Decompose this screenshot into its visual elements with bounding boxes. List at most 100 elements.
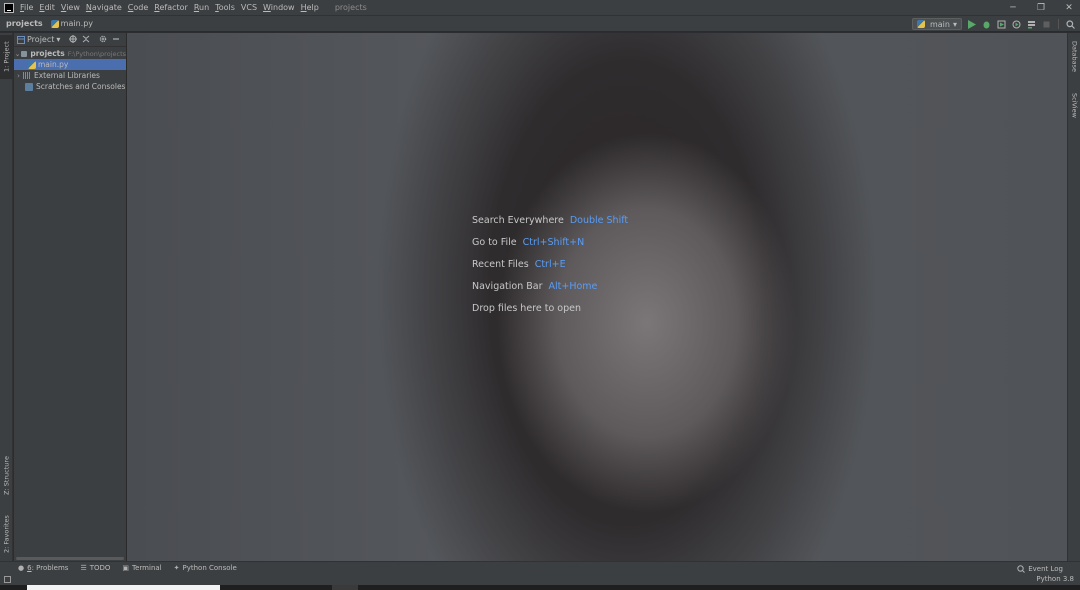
bottom-tool-bar: ● 6: Problems ☰ TODO ▣ Terminal ✦ Python… [0,561,1080,574]
tool-terminal[interactable]: ▣ Terminal [122,564,161,572]
python-interpreter[interactable]: Python 3.8 [1036,574,1074,585]
event-log-icon [1017,564,1026,573]
tab-favorites[interactable]: 2: Favorites [0,511,13,557]
menu-edit[interactable]: Edit [39,0,55,16]
hint-go-to-file: Go to File Ctrl+Shift+N [472,231,732,253]
chevron-down-icon: ▾ [56,35,61,44]
toolbar-right: main ▾ [911,17,1076,31]
locate-icon[interactable] [69,34,78,45]
hint-label: Recent Files [472,258,529,270]
window-controls: ─ ❐ ✕ [1008,0,1074,16]
editor-area[interactable]: Search Everywhere Double Shift Go to Fil… [127,33,1067,561]
menu-window[interactable]: Window [263,0,295,16]
hint-label: Search Everywhere [472,214,564,226]
tree-item-label: main.py [38,60,69,69]
tree-item-projects[interactable]: ⌄ projects F:\Python\projects [14,48,126,59]
taskbar-search-box[interactable] [27,585,220,590]
pycharm-logo-icon [4,2,14,13]
menu-bar: File Edit View Navigate Code Refactor Ru… [0,0,1080,16]
breadcrumb-project[interactable]: projects [6,19,43,28]
debug-icon[interactable] [981,19,992,30]
hint-navigation-bar: Navigation Bar Alt+Home [472,275,732,297]
tool-python-console[interactable]: ✦ Python Console [174,564,237,572]
breadcrumb-file-label: main.py [60,19,94,28]
python-console-icon: ✦ [173,564,180,572]
project-view-selector[interactable]: Project ▾ [17,35,60,44]
left-tool-stripe: 1: Project Z: Structure 2: Favorites [0,33,13,561]
tree-item-path: F:\Python\projects [67,49,126,58]
project-tree: ⌄ projects F:\Python\projects main.py › … [14,47,126,92]
python-file-icon [50,19,59,28]
tree-item-label: Scratches and Consoles [36,82,126,91]
tab-structure-label: Z: Structure [2,456,11,496]
tool-python-console-label: Python Console [182,564,237,572]
tab-sciview[interactable]: SciView [1068,85,1080,125]
run-config-label: main [929,19,950,29]
hint-label: Go to File [472,236,517,248]
build-icon[interactable] [1026,19,1037,30]
tab-database-label: Database [1070,41,1079,73]
menu-refactor[interactable]: Refactor [154,0,188,16]
tab-project[interactable]: 1: Project [0,35,13,79]
menu-run[interactable]: Run [194,0,209,16]
project-panel-header: Project ▾ [14,33,126,47]
menu-vcs[interactable]: VCS [241,0,257,16]
project-view-icon [17,35,25,44]
stop-icon[interactable] [1041,19,1052,30]
search-icon[interactable] [1065,19,1076,30]
library-icon [23,72,31,79]
run-configuration-selector[interactable]: main ▾ [911,18,962,30]
menu-help[interactable]: Help [301,0,319,16]
tool-problems[interactable]: ● 6: Problems [18,564,68,572]
menu-navigate[interactable]: Navigate [86,0,122,16]
tab-structure[interactable]: Z: Structure [0,453,13,499]
coverage-icon[interactable] [996,19,1007,30]
restore-icon[interactable]: ❐ [1036,3,1046,13]
project-tool-window: Project ▾ ⌄ projects F:\Python\projects [14,33,127,561]
right-tool-stripe: Database SciView [1067,33,1080,561]
horizontal-scrollbar[interactable] [16,557,124,560]
collapse-icon[interactable] [82,35,90,45]
menu-tools[interactable]: Tools [215,0,235,16]
scratches-icon [25,82,33,91]
profile-icon[interactable] [1011,19,1022,30]
close-icon[interactable]: ✕ [1064,3,1074,13]
breadcrumb-file[interactable]: main.py [50,19,94,28]
gear-icon[interactable] [99,35,107,45]
navigation-bar: projects main.py main ▾ [0,16,1080,32]
menu-file[interactable]: File [20,0,33,16]
tab-database[interactable]: Database [1068,35,1080,79]
python-file-icon [28,60,36,69]
chevron-right-icon[interactable]: › [14,72,23,80]
hint-shortcut: Alt+Home [548,280,598,292]
menu-view[interactable]: View [61,0,80,16]
terminal-icon: ▣ [122,564,130,572]
menu-code[interactable]: Code [128,0,149,16]
tab-favorites-label: 2: Favorites [2,515,11,553]
toggle-tool-windows-icon[interactable] [4,576,11,583]
chevron-down-icon[interactable]: ⌄ [14,50,21,58]
minimize-icon[interactable]: ─ [1008,3,1018,13]
hint-shortcut: Ctrl+Shift+N [522,236,585,248]
hint-shortcut: Ctrl+E [534,258,566,270]
run-icon[interactable] [966,19,977,30]
tree-item-external-libraries[interactable]: › External Libraries [14,70,126,81]
list-icon: ☰ [80,564,87,572]
tool-todo-label: TODO [89,564,111,572]
hint-label: Navigation Bar [472,280,543,292]
chevron-down-icon: ▾ [952,19,957,29]
tab-project-label: 1: Project [2,41,11,73]
tree-item-scratches[interactable]: Scratches and Consoles [14,81,126,92]
taskbar-app[interactable] [332,585,358,590]
hint-label: Drop files here to open [472,302,582,314]
toolbar-separator [1058,19,1059,29]
minimize-panel-icon[interactable] [112,35,120,45]
tool-terminal-label: Terminal [132,564,162,572]
folder-icon [21,50,28,57]
tree-item-label: projects [30,49,65,58]
tool-problems-label: 6: Problems [27,564,69,572]
project-panel-tools [69,34,120,45]
tree-item-main-py[interactable]: main.py [14,59,126,70]
tool-todo[interactable]: ☰ TODO [80,564,110,572]
project-panel-title: Project [27,35,55,44]
